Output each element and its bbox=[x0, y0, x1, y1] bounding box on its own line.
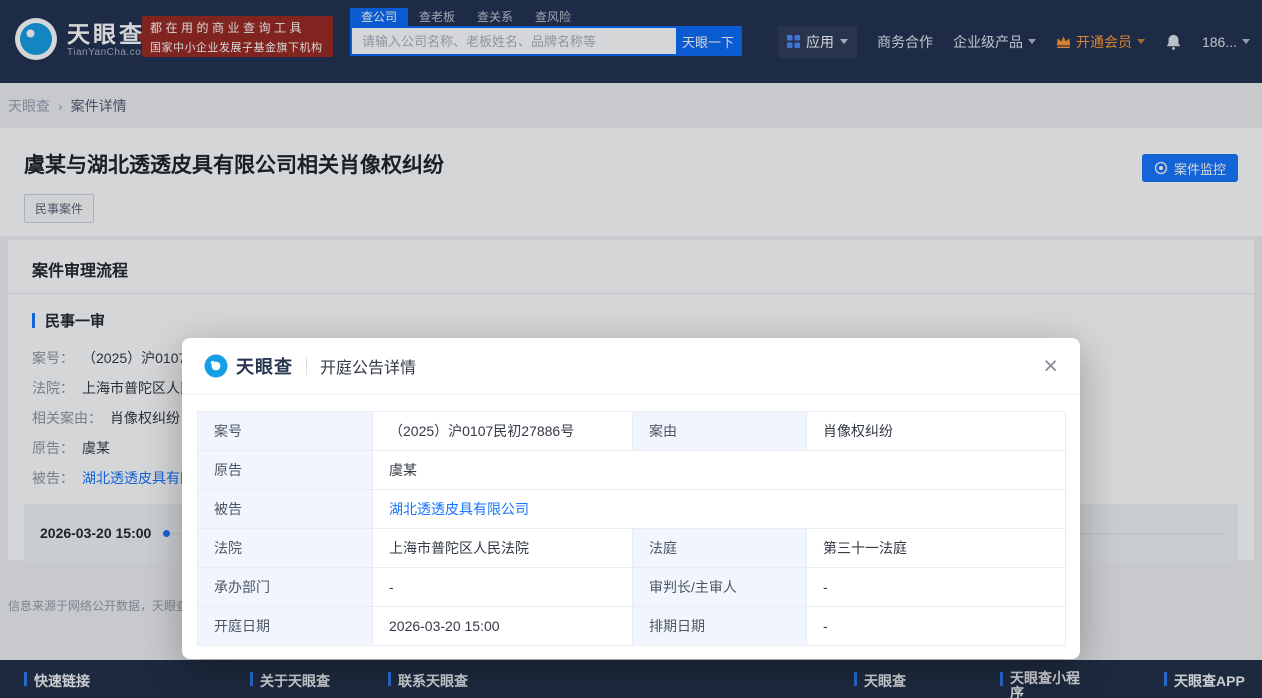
hearing-announcement-modal: 天眼查 开庭公告详情 × 案号 （2025）沪0107民初27886号 案由 肖… bbox=[182, 338, 1080, 659]
table-value-department: - bbox=[373, 568, 633, 607]
modal-brand: 天眼查 bbox=[236, 357, 293, 377]
modal-close-button[interactable]: × bbox=[1043, 353, 1058, 379]
tianyancha-eye-logo-icon bbox=[204, 354, 228, 378]
table-label-courtroom: 法庭 bbox=[633, 529, 807, 568]
modal-title: 开庭公告详情 bbox=[320, 360, 417, 377]
table-label-judge: 审判长/主审人 bbox=[633, 568, 807, 607]
table-value-court: 上海市普陀区人民法院 bbox=[373, 529, 633, 568]
table-value-case-number: （2025）沪0107民初27886号 bbox=[373, 412, 633, 451]
table-label-case-number: 案号 bbox=[198, 412, 373, 451]
table-value-defendant-link[interactable]: 湖北透透皮具有限公司 bbox=[373, 490, 1066, 529]
table-value-courtroom: 第三十一法庭 bbox=[807, 529, 1066, 568]
table-value-plaintiff: 虞某 bbox=[373, 451, 1066, 490]
table-label-plaintiff: 原告 bbox=[198, 451, 373, 490]
table-label-schedule-date: 排期日期 bbox=[633, 607, 807, 646]
table-label-court: 法院 bbox=[198, 529, 373, 568]
hearing-detail-table: 案号 （2025）沪0107民初27886号 案由 肖像权纠纷 原告 虞某 被告… bbox=[197, 411, 1066, 646]
table-label-defendant: 被告 bbox=[198, 490, 373, 529]
divider bbox=[306, 357, 307, 375]
modal-header: 天眼查 开庭公告详情 × bbox=[182, 338, 1080, 395]
table-value-judge: - bbox=[807, 568, 1066, 607]
table-label-cause: 案由 bbox=[633, 412, 807, 451]
table-value-cause: 肖像权纠纷 bbox=[807, 412, 1066, 451]
table-value-hearing-date: 2026-03-20 15:00 bbox=[373, 607, 633, 646]
table-value-schedule-date: - bbox=[807, 607, 1066, 646]
table-label-hearing-date: 开庭日期 bbox=[198, 607, 373, 646]
table-label-department: 承办部门 bbox=[198, 568, 373, 607]
